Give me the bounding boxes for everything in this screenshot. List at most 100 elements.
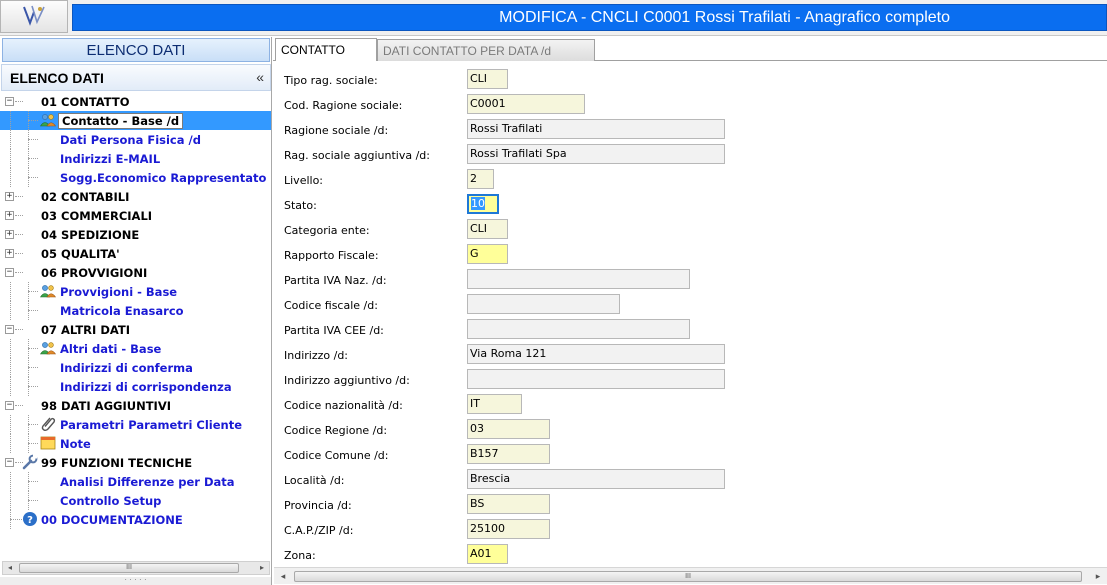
field-input[interactable]: BS [467, 494, 550, 514]
tree-category[interactable]: +02 CONTABILI [0, 187, 271, 206]
scroll-right-arrow-icon[interactable]: ▸ [1091, 570, 1105, 582]
left-panel: ELENCO DATI ELENCO DATI « − 01 CONTATTO Co… [0, 37, 272, 585]
tree-item[interactable]: Controllo Setup [0, 491, 271, 510]
field-input[interactable] [467, 319, 690, 339]
tree-category[interactable]: +03 COMMERCIALI [0, 206, 271, 225]
tree-connector [15, 329, 23, 330]
tree-category[interactable]: +05 QUALITA' [0, 244, 271, 263]
form-row: Provincia /d: BS [274, 494, 1107, 519]
tree-item[interactable]: Analisi Differenze per Data [0, 472, 271, 491]
tree-connector [10, 168, 11, 187]
tree-item[interactable]: Altri dati - Base [0, 339, 271, 358]
tree-documentation[interactable]: ? 00 DOCUMENTAZIONE [0, 510, 271, 529]
expand-icon[interactable]: + [5, 211, 14, 220]
collapse-icon[interactable]: − [5, 97, 14, 106]
tree-item[interactable]: Provvigioni - Base [0, 282, 271, 301]
help-icon: ? [22, 511, 38, 527]
tree-category[interactable]: − 07 ALTRI DATI [0, 320, 271, 339]
tree-category[interactable]: − 98 DATI AGGIUNTIVI [0, 396, 271, 415]
tree-item[interactable]: Sogg.Economico Rappresentato [0, 168, 271, 187]
tree-connector [28, 149, 29, 168]
field-input[interactable] [467, 269, 690, 289]
resize-grip[interactable]: · · · · · [0, 576, 271, 585]
users-icon [40, 283, 56, 299]
collapse-panel-icon[interactable]: « [256, 69, 264, 85]
collapse-icon[interactable]: − [5, 268, 14, 277]
tree-category[interactable]: +04 SPEDIZIONE [0, 225, 271, 244]
scroll-right-arrow-icon[interactable]: ▸ [255, 562, 269, 574]
tree-connector [28, 500, 38, 501]
field-input[interactable]: B157 [467, 444, 550, 464]
field-value: IT [470, 397, 480, 410]
tree-category[interactable]: − 06 PROVVIGIONI [0, 263, 271, 282]
tree-connector [10, 149, 11, 168]
tree-category[interactable]: − 99 FUNZIONI TECNICHE [0, 453, 271, 472]
field-value: Brescia [470, 472, 511, 485]
field-input[interactable]: G [467, 244, 508, 264]
form-row: Tipo rag. sociale: CLI [274, 69, 1107, 94]
field-input[interactable]: Via Roma 121 [467, 344, 725, 364]
logo-button[interactable] [0, 0, 68, 33]
form-row: Stato: 10 [274, 194, 1107, 219]
tree-connector [28, 291, 38, 292]
expand-icon[interactable]: + [5, 192, 14, 201]
tree-label: Analisi Differenze per Data [60, 474, 235, 489]
tab-contatto[interactable]: CONTATTO [275, 38, 377, 61]
tab-dati-contatto-per-data[interactable]: DATI CONTATTO PER DATA /d [377, 39, 595, 61]
field-input[interactable]: CLI [467, 219, 508, 239]
scroll-left-arrow-icon[interactable]: ◂ [276, 570, 290, 582]
field-label: Stato: [284, 199, 317, 212]
field-input[interactable]: 03 [467, 419, 550, 439]
scroll-thumb[interactable]: III [19, 563, 239, 573]
field-input[interactable]: C0001 [467, 94, 585, 114]
tree-connector [28, 348, 38, 349]
form-row: Codice nazionalità /d: IT [274, 394, 1107, 419]
collapse-icon[interactable]: − [5, 401, 14, 410]
elenco-dati-button[interactable]: ELENCO DATI [2, 38, 270, 62]
field-input[interactable]: 25100 [467, 519, 550, 539]
collapse-icon[interactable]: − [5, 458, 14, 467]
tree-item[interactable]: Note [0, 434, 271, 453]
tree-item[interactable]: Indirizzi di conferma [0, 358, 271, 377]
tree-item[interactable]: Indirizzi E-MAIL [0, 149, 271, 168]
left-horizontal-scrollbar[interactable]: ◂ III ▸ [2, 561, 270, 575]
scroll-thumb[interactable]: III [294, 571, 1082, 582]
tree-item[interactable]: Contatto - Base /d [0, 111, 271, 130]
field-input[interactable]: CLI [467, 69, 508, 89]
field-input[interactable]: 2 [467, 169, 494, 189]
field-value: 2 [470, 172, 477, 185]
scroll-left-arrow-icon[interactable]: ◂ [3, 562, 17, 574]
field-input[interactable]: Brescia [467, 469, 725, 489]
field-input[interactable]: Rossi Trafilati [467, 119, 725, 139]
field-input[interactable]: 10 [467, 194, 499, 214]
paperclip-icon [40, 416, 56, 432]
form-row: Rag. sociale aggiuntiva /d: Rossi Trafila… [274, 144, 1107, 169]
field-input[interactable]: A01 [467, 544, 508, 564]
tree-item[interactable]: Dati Persona Fisica /d [0, 130, 271, 149]
form-horizontal-scrollbar[interactable]: ◂ III ▸ [274, 567, 1107, 584]
field-input[interactable]: IT [467, 394, 522, 414]
tree-label: 01 CONTATTO [41, 94, 130, 109]
tree-connector [28, 282, 29, 301]
tree-item[interactable]: Parametri Parametri Cliente [0, 415, 271, 434]
tree-label: 04 SPEDIZIONE [41, 227, 140, 242]
tree-item[interactable]: Matricola Enasarco [0, 301, 271, 320]
tree-connector [10, 434, 11, 453]
tree-connector [28, 139, 38, 140]
tree-connector [28, 310, 38, 311]
tree-category[interactable]: − 01 CONTATTO [0, 92, 271, 111]
collapse-icon[interactable]: − [5, 325, 14, 334]
expand-icon[interactable]: + [5, 230, 14, 239]
field-input[interactable]: Rossi Trafilati Spa [467, 144, 725, 164]
field-value: Rossi Trafilati Spa [470, 147, 567, 160]
tab-strip: CONTATTO DATI CONTATTO PER DATA /d [273, 37, 1107, 61]
field-label: Indirizzo /d: [284, 349, 349, 362]
tree-connector [10, 519, 22, 520]
tree-connector [15, 215, 23, 216]
field-value: Rossi Trafilati [470, 122, 543, 135]
tree-item[interactable]: Indirizzi di corrispondenza [0, 377, 271, 396]
field-input[interactable] [467, 294, 620, 314]
field-label: Località /d: [284, 474, 345, 487]
expand-icon[interactable]: + [5, 249, 14, 258]
field-input[interactable] [467, 369, 725, 389]
